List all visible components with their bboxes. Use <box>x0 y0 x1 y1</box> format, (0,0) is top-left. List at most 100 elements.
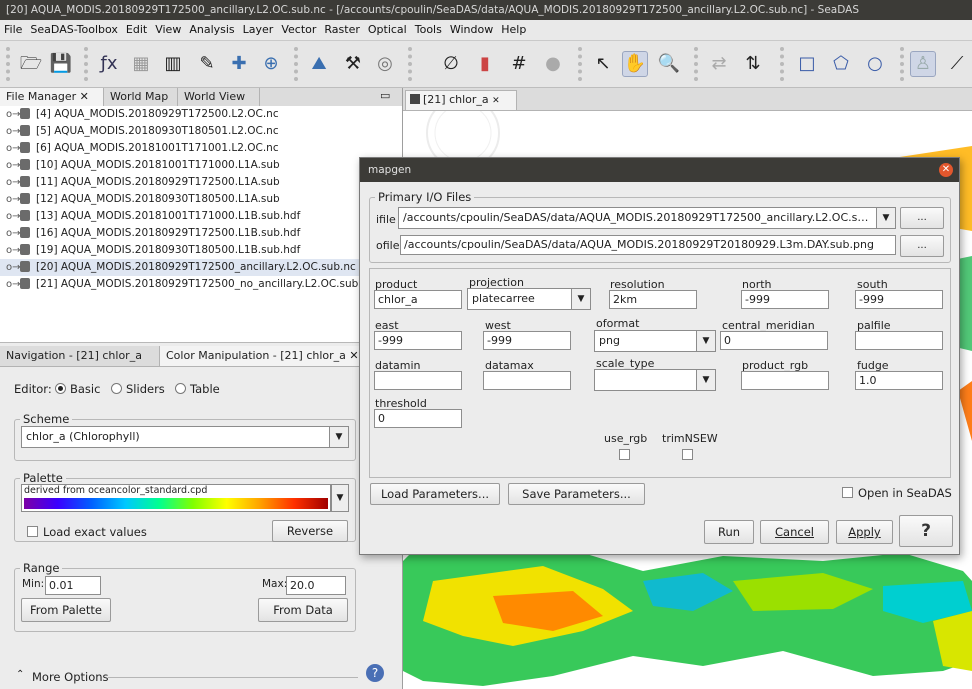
close-icon[interactable]: ✕ <box>939 163 953 177</box>
palette-select[interactable]: derived from oceancolor_standard.cpd <box>21 484 331 512</box>
expand-icon[interactable]: o→ <box>6 191 21 208</box>
grid-icon[interactable]: ▦ <box>128 51 154 77</box>
east-input[interactable]: -999 <box>374 331 462 350</box>
menu-file[interactable]: File <box>0 20 26 40</box>
menu-edit[interactable]: Edit <box>122 20 151 40</box>
ellipse-tool-icon[interactable]: ○ <box>862 51 888 77</box>
no-data-icon[interactable]: ∅ <box>438 51 464 77</box>
menu-tools[interactable]: Tools <box>411 20 446 40</box>
polygon-tool-icon[interactable]: ⬠ <box>828 51 854 77</box>
cancel-button[interactable]: Cancel <box>760 520 829 544</box>
fudge-input[interactable]: 1.0 <box>855 371 943 390</box>
list-item[interactable]: o→ [13] AQUA_MODIS.20181001T171000.L1B.su… <box>0 208 402 225</box>
menu-window[interactable]: Window <box>446 20 497 40</box>
reverse-button[interactable]: Reverse <box>272 520 348 542</box>
load-exact-checkbox[interactable] <box>27 526 38 537</box>
menu-help[interactable]: Help <box>497 20 530 40</box>
tab-image-chlor-a[interactable]: [21] chlor_a ✕ <box>405 90 517 110</box>
from-palette-button[interactable]: From Palette <box>21 598 111 622</box>
tab-world-map[interactable]: World Map <box>104 88 178 106</box>
tab-world-view[interactable]: World View <box>178 88 260 106</box>
zoom-tool-icon[interactable]: 🔍 <box>656 51 682 77</box>
editor-table-radio[interactable] <box>175 383 186 394</box>
open-in-seadas-checkbox[interactable] <box>842 487 853 498</box>
menu-view[interactable]: View <box>151 20 185 40</box>
from-data-button[interactable]: From Data <box>258 598 348 622</box>
expand-icon[interactable]: o→ <box>6 123 21 140</box>
ofile-browse-button[interactable]: ... <box>900 235 944 257</box>
list-item-selected[interactable]: o→ [20] AQUA_MODIS.20180929T172500_ancill… <box>0 259 402 276</box>
list-item[interactable]: o→ [19] AQUA_MODIS.20180930T180500.L1B.su… <box>0 242 402 259</box>
list-item[interactable]: o→ [16] AQUA_MODIS.20180929T172500.L1B.su… <box>0 225 402 242</box>
tab-file-manager[interactable]: File Manager ✕ <box>0 88 104 106</box>
list-item[interactable]: o→ [21] AQUA_MODIS.20180929T172500_no_anc… <box>0 276 402 293</box>
expand-icon[interactable]: o→ <box>6 174 21 191</box>
list-item[interactable]: o→ [11] AQUA_MODIS.20180929T172500.L1A.su… <box>0 174 402 191</box>
ofile-input[interactable]: /accounts/cpoulin/SeaDAS/data/AQUA_MODIS… <box>400 235 896 255</box>
use-rgb-checkbox[interactable] <box>619 449 630 460</box>
minimize-icon[interactable]: ▭ <box>380 89 390 102</box>
more-options-label[interactable]: More Options <box>32 670 109 684</box>
expand-icon[interactable]: o→ <box>6 208 21 225</box>
list-item[interactable]: o→ [4] AQUA_MODIS.20180929T172500.L2.OC.n… <box>0 106 402 123</box>
list-item[interactable]: o→ [12] AQUA_MODIS.20180930T180500.L1A.su… <box>0 191 402 208</box>
mosaic-icon[interactable]: ✚ <box>226 51 252 77</box>
chevron-down-icon[interactable]: ▼ <box>331 484 349 512</box>
scale-type-select[interactable]: ▼ <box>594 369 716 391</box>
central-meridian-input[interactable]: 0 <box>720 331 828 350</box>
list-item[interactable]: o→ [10] AQUA_MODIS.20181001T171000.L1A.su… <box>0 157 402 174</box>
trim-nsew-checkbox[interactable] <box>682 449 693 460</box>
band-maths-icon[interactable]: ƒx <box>96 51 122 77</box>
menu-layer[interactable]: Layer <box>239 20 278 40</box>
scheme-select[interactable]: chlor_a (Chlorophyll) ▼ <box>21 426 349 448</box>
menu-seadas-toolbox[interactable]: SeaDAS-Toolbox <box>26 20 121 40</box>
expand-icon[interactable]: o→ <box>6 259 21 276</box>
globe-icon[interactable]: ● <box>540 51 566 77</box>
help-icon[interactable]: ? <box>366 664 384 682</box>
select-tool-icon[interactable]: ↖ <box>590 51 616 77</box>
graph-edit-icon[interactable]: ✎ <box>194 51 220 77</box>
menu-raster[interactable]: Raster <box>320 20 363 40</box>
wifi-icon[interactable]: ◎ <box>372 51 398 77</box>
graticule-icon[interactable]: # <box>506 51 532 77</box>
menu-analysis[interactable]: Analysis <box>185 20 238 40</box>
expand-icon[interactable]: o→ <box>6 106 21 123</box>
save-parameters-button[interactable]: Save Parameters... <box>508 483 645 505</box>
expand-icon[interactable]: o→ <box>6 225 21 242</box>
threshold-input[interactable]: 0 <box>374 409 462 428</box>
datamax-input[interactable] <box>483 371 571 390</box>
spectrum-icon[interactable]: ▥ <box>160 51 186 77</box>
close-icon[interactable]: ✕ <box>349 349 358 362</box>
close-icon[interactable]: ✕ <box>492 96 500 106</box>
editor-sliders-radio[interactable] <box>111 383 122 394</box>
sync-views-icon[interactable]: ⇄ <box>706 51 732 77</box>
product-input[interactable]: chlor_a <box>374 290 462 309</box>
terrain-icon[interactable]: ⛰ <box>306 51 332 77</box>
palfile-input[interactable] <box>855 331 943 350</box>
open-product-icon[interactable]: 🗁 <box>18 51 44 77</box>
tab-navigation[interactable]: Navigation - [21] chlor_a <box>0 346 160 366</box>
north-input[interactable]: -999 <box>741 290 829 309</box>
product-rgb-input[interactable] <box>741 371 829 390</box>
list-item[interactable]: o→ [5] AQUA_MODIS.20180930T180501.L2.OC.n… <box>0 123 402 140</box>
rectangle-tool-icon[interactable]: □ <box>794 51 820 77</box>
menu-optical[interactable]: Optical <box>364 20 411 40</box>
oformat-select[interactable]: png ▼ <box>594 330 716 352</box>
color-bar-icon[interactable]: ▮ <box>472 51 498 77</box>
apply-button[interactable]: Apply <box>836 520 893 544</box>
run-button[interactable]: Run <box>704 520 754 544</box>
save-product-icon[interactable]: 💾 <box>48 51 74 77</box>
list-item[interactable]: o→ [6] AQUA_MODIS.20181001T171001.L2.OC.n… <box>0 140 402 157</box>
sync-cursor-icon[interactable]: ⇅ <box>740 51 766 77</box>
help-button[interactable]: ? <box>899 515 953 547</box>
datamin-input[interactable] <box>374 371 462 390</box>
menu-vector[interactable]: Vector <box>277 20 320 40</box>
close-icon[interactable]: ✕ <box>80 90 89 103</box>
max-input[interactable]: 20.0 <box>286 576 346 595</box>
load-parameters-button[interactable]: Load Parameters... <box>370 483 500 505</box>
expand-icon[interactable]: o→ <box>6 276 21 293</box>
pin-tool-icon[interactable]: ♙ <box>910 51 936 77</box>
ifile-select[interactable]: /accounts/cpoulin/SeaDAS/data/AQUA_MODIS… <box>398 207 896 229</box>
expand-icon[interactable]: o→ <box>6 140 21 157</box>
expand-icon[interactable]: o→ <box>6 157 21 174</box>
